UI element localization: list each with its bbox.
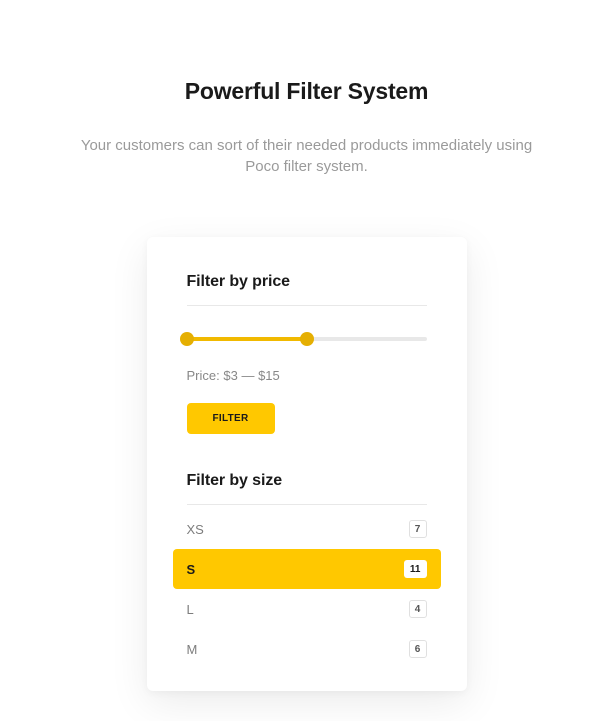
size-label: XS	[187, 522, 204, 537]
price-max: $15	[258, 368, 280, 383]
filter-size-title: Filter by size	[187, 472, 427, 505]
size-count-badge: 11	[404, 560, 427, 578]
size-option-m[interactable]: M 6	[187, 629, 427, 669]
slider-handle-max[interactable]	[300, 332, 314, 346]
slider-handle-min[interactable]	[180, 332, 194, 346]
filter-card: Filter by price Price: $3 — $15 FILTER F…	[147, 237, 467, 691]
size-label: S	[187, 562, 196, 577]
size-count-badge: 4	[409, 600, 427, 618]
filter-price-title: Filter by price	[187, 273, 427, 306]
size-count-badge: 7	[409, 520, 427, 538]
size-count-badge: 6	[409, 640, 427, 658]
size-label: M	[187, 642, 198, 657]
page-title: Powerful Filter System	[0, 78, 613, 105]
size-list: XS 7 S 11 L 4 M 6	[187, 509, 427, 669]
price-readout: Price: $3 — $15	[187, 368, 427, 383]
size-label: L	[187, 602, 194, 617]
slider-fill	[187, 337, 307, 341]
size-option-s[interactable]: S 11	[173, 549, 441, 589]
page-description: Your customers can sort of their needed …	[72, 135, 542, 177]
price-min: $3	[223, 368, 237, 383]
price-label: Price:	[187, 368, 220, 383]
size-option-xs[interactable]: XS 7	[187, 509, 427, 549]
price-slider[interactable]	[187, 332, 427, 346]
size-option-l[interactable]: L 4	[187, 589, 427, 629]
filter-button[interactable]: FILTER	[187, 403, 275, 434]
price-separator: —	[241, 368, 254, 383]
